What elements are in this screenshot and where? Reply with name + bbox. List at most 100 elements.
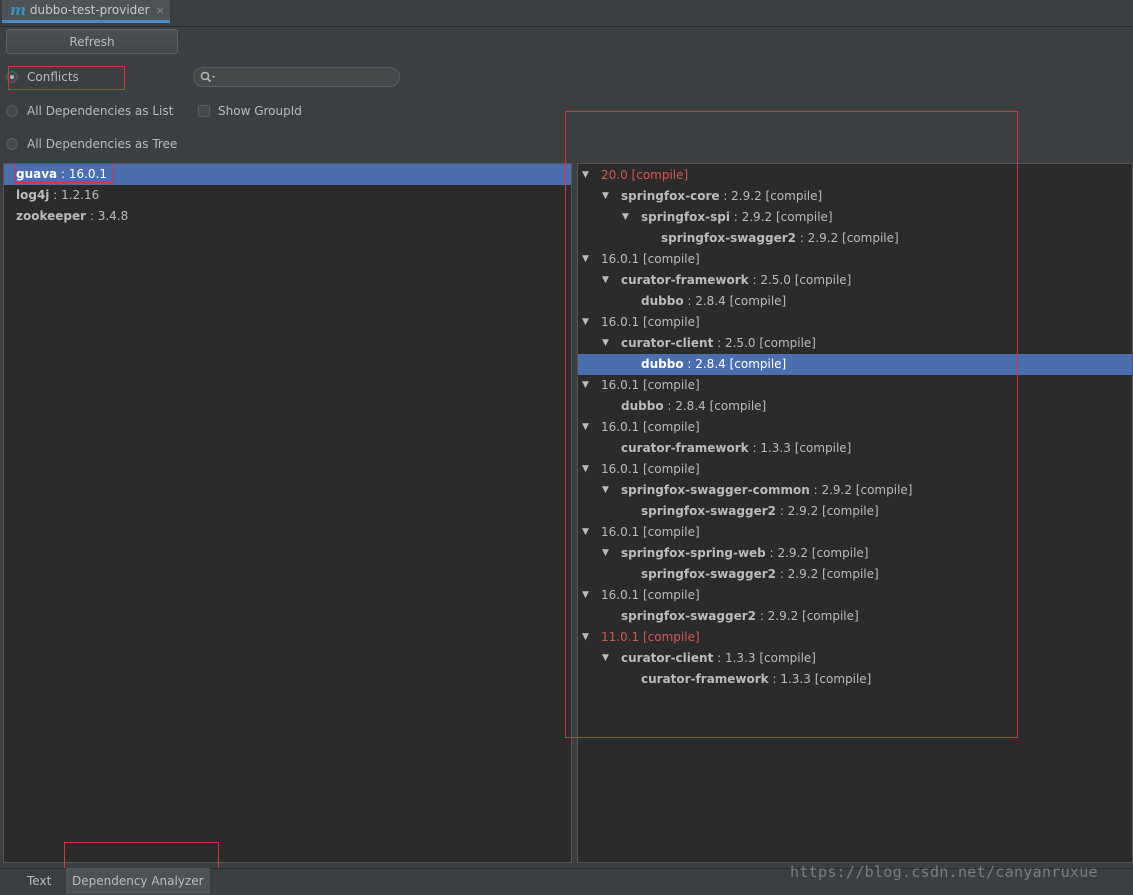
- artifact-name: curator-client: [621, 651, 714, 665]
- tree-row[interactable]: ▼ 16.0.1 [compile]: [578, 459, 1132, 480]
- artifact-version: : 1.3.3 [compile]: [748, 441, 852, 455]
- all-list-radio[interactable]: [6, 105, 18, 117]
- expand-arrow-icon[interactable]: ▼: [602, 270, 609, 291]
- tree-row[interactable]: ▼ curator-client : 2.5.0 [compile]: [578, 333, 1132, 354]
- conflicts-label: Conflicts: [27, 70, 79, 84]
- artifact-version: 11.0.1 [compile]: [601, 630, 700, 644]
- tree-node-label: springfox-swagger2 : 2.9.2 [compile]: [661, 228, 899, 249]
- option-all-list[interactable]: All Dependencies as List: [6, 104, 173, 118]
- tree-row[interactable]: ▼ 20.0 [compile]: [578, 165, 1132, 186]
- artifact-version: : 1.3.3 [compile]: [713, 651, 816, 665]
- artifact-name: curator-framework: [621, 441, 749, 455]
- tree-row[interactable]: springfox-swagger2 : 2.9.2 [compile]: [578, 564, 1132, 585]
- expand-arrow-icon[interactable]: ▼: [582, 459, 589, 480]
- expand-arrow-icon[interactable]: ▼: [582, 627, 589, 648]
- list-item[interactable]: guava : 16.0.1: [4, 164, 571, 185]
- expand-arrow-icon[interactable]: ▼: [602, 648, 609, 669]
- artifact-version: 16.0.1 [compile]: [601, 525, 700, 539]
- tree-row[interactable]: ▼ springfox-core : 2.9.2 [compile]: [578, 186, 1132, 207]
- artifact-version: : 2.9.2 [compile]: [756, 609, 859, 623]
- tree-node-label: springfox-swagger2 : 2.9.2 [compile]: [641, 564, 879, 585]
- expand-arrow-icon[interactable]: ▼: [602, 186, 609, 207]
- tree-row[interactable]: curator-framework : 1.3.3 [compile]: [578, 669, 1132, 690]
- artifact-version: 16.0.1 [compile]: [601, 588, 700, 602]
- tree-row[interactable]: ▼ springfox-swagger-common : 2.9.2 [compi…: [578, 480, 1132, 501]
- artifact-version: : 2.9.2 [compile]: [729, 210, 833, 224]
- tree-node-label: springfox-swagger2 : 2.9.2 [compile]: [621, 606, 859, 627]
- tree-row[interactable]: ▼ 11.0.1 [compile]: [578, 627, 1132, 648]
- tree-node-label: dubbo : 2.8.4 [compile]: [641, 291, 786, 312]
- list-item[interactable]: zookeeper : 3.4.8: [4, 206, 571, 227]
- expand-arrow-icon[interactable]: ▼: [582, 165, 589, 186]
- tab-title: dubbo-test-provider: [29, 3, 150, 17]
- expand-arrow-icon[interactable]: ▼: [582, 417, 589, 438]
- artifact-version: : 2.5.0 [compile]: [713, 336, 816, 350]
- search-input[interactable]: [216, 69, 390, 85]
- tree-row[interactable]: ▼ curator-framework : 2.5.0 [compile]: [578, 270, 1132, 291]
- artifact-version: 16.0.1 [compile]: [601, 462, 700, 476]
- tree-node-label: 11.0.1 [compile]: [601, 627, 700, 648]
- tree-row[interactable]: springfox-swagger2 : 2.9.2 [compile]: [578, 501, 1132, 522]
- tree-node-label: 16.0.1 [compile]: [601, 375, 700, 396]
- expand-arrow-icon[interactable]: ▼: [582, 522, 589, 543]
- tree-row[interactable]: dubbo : 2.8.4 [compile]: [578, 354, 1132, 375]
- tab-dubbo-test-provider[interactable]: m dubbo-test-provider ×: [2, 0, 170, 23]
- artifact-version: : 2.9.2 [compile]: [765, 546, 869, 560]
- tree-node-label: 16.0.1 [compile]: [601, 249, 700, 270]
- artifact-version: : 2.9.2 [compile]: [796, 231, 899, 245]
- conflicts-radio[interactable]: [6, 71, 18, 83]
- all-tree-radio[interactable]: [6, 138, 18, 150]
- artifact-version: : 2.5.0 [compile]: [748, 273, 852, 287]
- artifact-name: springfox-swagger2: [641, 567, 776, 581]
- tree-node-label: 16.0.1 [compile]: [601, 585, 700, 606]
- tree-row[interactable]: ▼ 16.0.1 [compile]: [578, 585, 1132, 606]
- tree-row[interactable]: ▼ 16.0.1 [compile]: [578, 312, 1132, 333]
- expand-arrow-icon[interactable]: ▼: [582, 375, 589, 396]
- tree-node-label: springfox-spring-web : 2.9.2 [compile]: [621, 543, 868, 564]
- tree-row[interactable]: ▼ springfox-spi : 2.9.2 [compile]: [578, 207, 1132, 228]
- artifact-version: 16.0.1 [compile]: [601, 315, 700, 329]
- search-field[interactable]: [193, 67, 400, 87]
- tab-text[interactable]: Text: [21, 868, 57, 894]
- artifact-name: springfox-swagger2: [641, 504, 776, 518]
- tree-node-label: dubbo : 2.8.4 [compile]: [641, 354, 786, 375]
- artifact-version: : 2.8.4 [compile]: [663, 399, 767, 413]
- tree-row[interactable]: curator-framework : 1.3.3 [compile]: [578, 438, 1132, 459]
- expand-arrow-icon[interactable]: ▼: [582, 249, 589, 270]
- show-groupid-label: Show GroupId: [218, 104, 302, 118]
- expand-arrow-icon[interactable]: ▼: [602, 543, 609, 564]
- all-tree-label: All Dependencies as Tree: [27, 137, 178, 151]
- tree-node-label: curator-framework : 2.5.0 [compile]: [621, 270, 851, 291]
- option-all-tree[interactable]: All Dependencies as Tree: [6, 137, 177, 151]
- expand-arrow-icon[interactable]: ▼: [582, 312, 589, 333]
- tree-node-label: 16.0.1 [compile]: [601, 417, 700, 438]
- tree-row[interactable]: ▼ 16.0.1 [compile]: [578, 522, 1132, 543]
- expand-arrow-icon[interactable]: ▼: [582, 585, 589, 606]
- option-conflicts[interactable]: Conflicts: [6, 70, 79, 84]
- tree-row[interactable]: ▼ 16.0.1 [compile]: [578, 417, 1132, 438]
- tree-node-label: curator-framework : 1.3.3 [compile]: [641, 669, 871, 690]
- tree-row[interactable]: springfox-swagger2 : 2.9.2 [compile]: [578, 228, 1132, 249]
- artifact-name: springfox-swagger2: [621, 609, 756, 623]
- expand-arrow-icon[interactable]: ▼: [602, 480, 609, 501]
- dependency-tree-panel: ▼ 20.0 [compile] ▼ springfox-core : 2.9.2 […: [577, 163, 1133, 863]
- tree-row[interactable]: ▼ 16.0.1 [compile]: [578, 249, 1132, 270]
- artifact-name: springfox-spi: [641, 210, 730, 224]
- show-groupid-checkbox[interactable]: [198, 105, 210, 117]
- expand-arrow-icon[interactable]: ▼: [622, 207, 629, 228]
- tree-node-label: springfox-swagger2 : 2.9.2 [compile]: [641, 501, 879, 522]
- tree-row[interactable]: ▼ 16.0.1 [compile]: [578, 375, 1132, 396]
- tree-row[interactable]: ▼ springfox-spring-web : 2.9.2 [compile]: [578, 543, 1132, 564]
- tree-row[interactable]: dubbo : 2.8.4 [compile]: [578, 396, 1132, 417]
- tree-row[interactable]: dubbo : 2.8.4 [compile]: [578, 291, 1132, 312]
- tree-row[interactable]: ▼ curator-client : 1.3.3 [compile]: [578, 648, 1132, 669]
- option-show-groupid[interactable]: Show GroupId: [198, 104, 302, 118]
- tab-dependency-analyzer[interactable]: Dependency Analyzer: [66, 868, 210, 894]
- tree-row[interactable]: springfox-swagger2 : 2.9.2 [compile]: [578, 606, 1132, 627]
- artifact-version: : 2.8.4 [compile]: [683, 357, 787, 371]
- expand-arrow-icon[interactable]: ▼: [602, 333, 609, 354]
- refresh-button[interactable]: Refresh: [6, 29, 178, 54]
- list-item[interactable]: log4j : 1.2.16: [4, 185, 571, 206]
- close-icon[interactable]: ×: [156, 4, 165, 17]
- tree-node-label: 16.0.1 [compile]: [601, 522, 700, 543]
